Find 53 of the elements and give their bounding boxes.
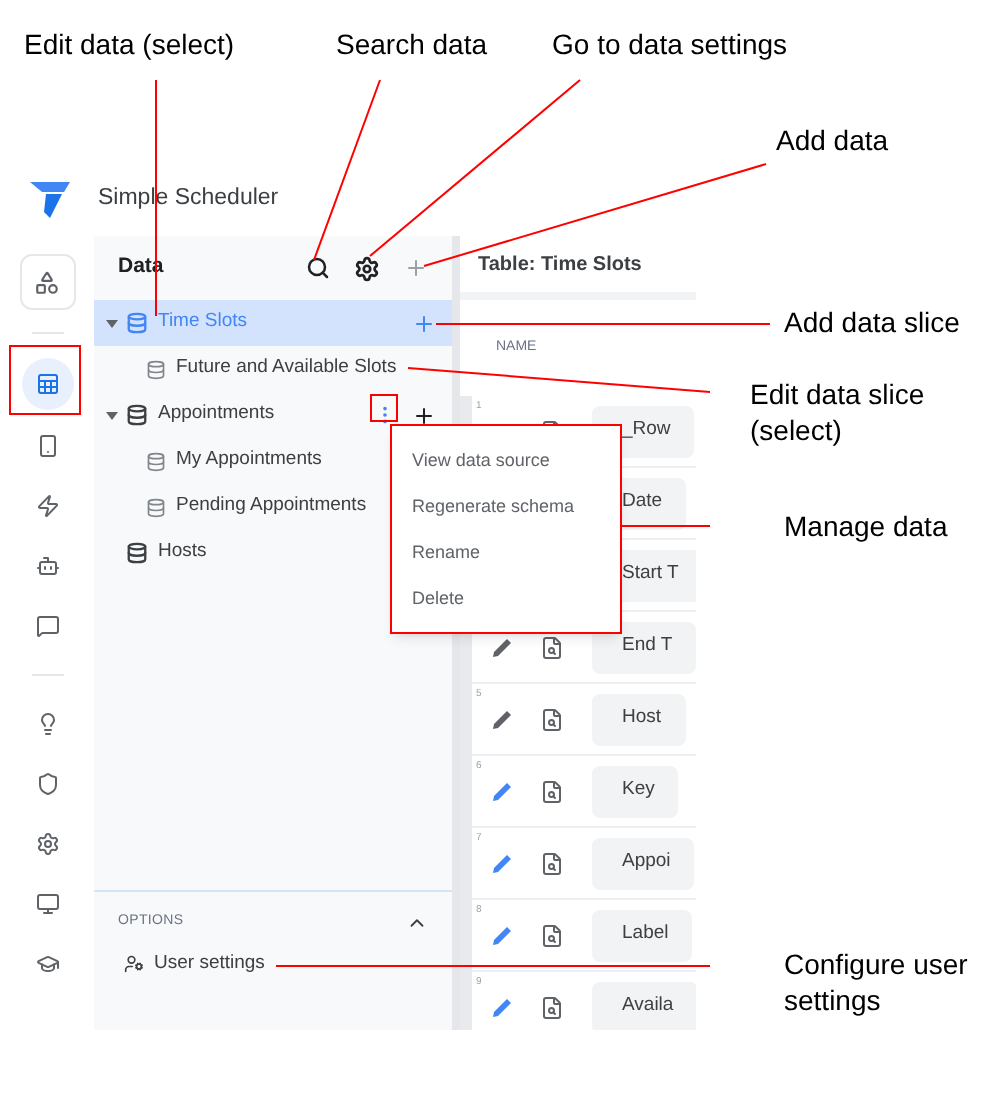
leader-line (619, 525, 711, 527)
document-search-icon[interactable] (540, 923, 564, 947)
callout-label: Go to data settings (552, 26, 788, 62)
callout-label: Add data (776, 122, 889, 158)
document-search-icon[interactable] (540, 995, 564, 1019)
callout-label: Manage data (784, 508, 948, 544)
document-search-icon[interactable] (540, 635, 564, 659)
document-search-icon[interactable] (540, 779, 564, 803)
shapes-icon[interactable] (19, 254, 75, 310)
options-item[interactable]: User settings (154, 949, 265, 978)
highlight-frame (9, 345, 81, 415)
edit-icon[interactable] (492, 853, 512, 873)
slice-name[interactable]: Future and Available Slots (176, 354, 397, 384)
expand-arrow-icon[interactable] (106, 411, 118, 419)
slice-icon (146, 359, 166, 379)
table-name: Time Slots (158, 308, 250, 337)
add-icon[interactable] (412, 403, 436, 427)
slice-icon (146, 497, 166, 517)
document-search-icon[interactable] (540, 851, 564, 875)
callout-label: Edit data (select) (24, 26, 235, 62)
menu-item[interactable]: Delete (412, 583, 620, 613)
column-name: Key (592, 765, 679, 817)
menu-item[interactable]: Rename (412, 537, 620, 567)
table-icon[interactable] (21, 358, 73, 410)
table-title: Table: Time Slots (478, 251, 642, 279)
edit-icon[interactable] (492, 997, 512, 1017)
column-name: Availa (592, 981, 696, 1030)
callout-label: Configure user settings (784, 946, 970, 1018)
column-name: End T (592, 621, 696, 673)
edit-icon[interactable] (492, 637, 512, 657)
edit-icon[interactable] (492, 709, 512, 729)
table-item[interactable]: Appointments (94, 392, 452, 438)
slice-name[interactable]: My Appointments (176, 446, 322, 476)
expand-arrow-icon[interactable] (106, 319, 118, 327)
database-icon (126, 404, 148, 426)
callout-label: Search data (336, 26, 487, 62)
slice-icon (146, 451, 166, 471)
callout-label: Add data slice (784, 304, 962, 340)
callout-label: Edit data slice (select) (750, 376, 927, 448)
user-settings-icon (124, 953, 144, 974)
edit-icon[interactable] (492, 925, 512, 945)
settings-icon[interactable] (354, 255, 380, 281)
database-icon (126, 312, 148, 334)
document-search-icon[interactable] (540, 707, 564, 731)
database-icon (126, 542, 148, 564)
column-name: Label (592, 909, 693, 961)
logo-icon (30, 182, 70, 218)
column-name: Appoi (592, 837, 695, 889)
column-name: Host (592, 693, 686, 745)
edit-icon[interactable] (492, 781, 512, 801)
table-name: Appointments (158, 400, 277, 429)
slice-name[interactable]: Pending Appointments (176, 492, 367, 522)
search-icon[interactable] (306, 256, 330, 280)
